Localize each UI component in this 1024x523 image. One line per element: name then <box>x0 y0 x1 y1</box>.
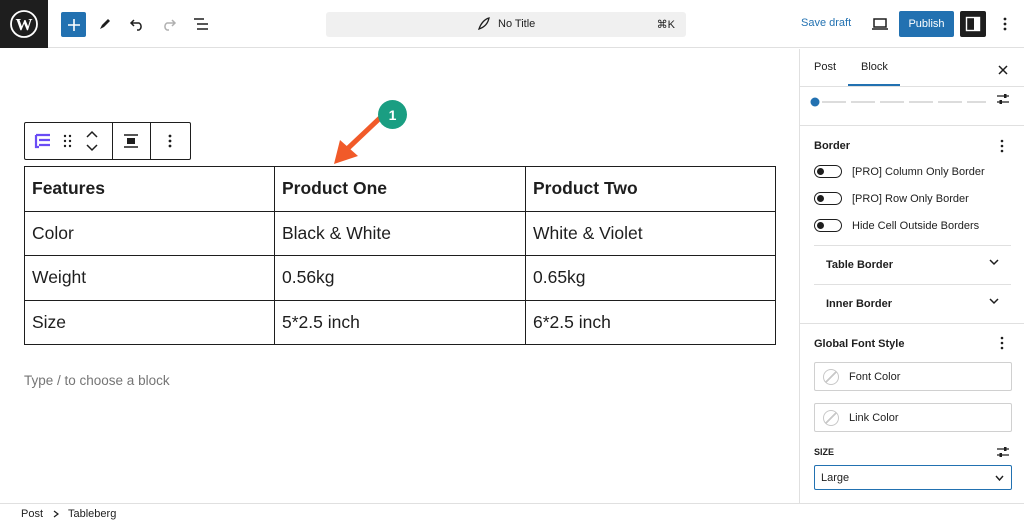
table-row: Color Black & White White & Violet <box>24 210 776 256</box>
size-settings-icon[interactable] <box>996 445 1010 463</box>
document-title: No Title <box>498 18 536 30</box>
link-color-label: Link Color <box>849 412 899 424</box>
tableberg-block-icon[interactable] <box>34 132 52 155</box>
table-cell[interactable]: Features <box>24 166 275 212</box>
column-only-border-toggle[interactable] <box>814 165 842 178</box>
undo-button[interactable] <box>125 12 149 36</box>
list-view-icon <box>194 18 208 30</box>
block-options-icon[interactable] <box>168 134 172 153</box>
plus-icon <box>67 18 80 31</box>
font-section-title: Global Font Style <box>814 338 905 350</box>
table-cell[interactable]: 0.56kg <box>274 255 526 301</box>
align-center-icon[interactable] <box>123 134 139 153</box>
table-cell[interactable]: 6*2.5 inch <box>525 299 776 345</box>
publish-button[interactable]: Publish <box>899 11 954 37</box>
settings-sidebar: Post Block Border [PRO] Column Only Bord… <box>799 49 1024 503</box>
font-section-options-icon[interactable] <box>1000 336 1004 355</box>
font-size-value: Large <box>821 472 850 484</box>
desktop-preview-icon <box>872 18 888 30</box>
save-draft-button[interactable]: Save draft <box>801 17 851 29</box>
wordpress-logo-icon[interactable]: W <box>0 0 48 48</box>
preview-button[interactable] <box>868 12 892 36</box>
row-only-border-toggle[interactable] <box>814 192 842 205</box>
breadcrumb-item-post[interactable]: Post <box>21 508 43 520</box>
table-row: Features Product One Product Two <box>24 166 776 212</box>
border-section-title: Border <box>814 140 851 152</box>
chevron-down-icon <box>989 298 999 305</box>
tools-button[interactable] <box>93 12 117 36</box>
empty-swatch-icon <box>823 410 839 426</box>
redo-button[interactable] <box>157 12 181 36</box>
table-cell[interactable]: Product One <box>274 166 526 212</box>
section-progress-stepper[interactable] <box>810 94 988 112</box>
tab-post[interactable]: Post <box>814 61 836 73</box>
block-breadcrumb: Post Tableberg <box>0 503 1024 523</box>
breadcrumb-item-tableberg[interactable]: Tableberg <box>68 508 116 520</box>
add-block-button[interactable] <box>61 12 86 37</box>
sidebar-panel-icon <box>965 16 981 32</box>
block-toolbar <box>24 122 191 160</box>
editor-top-bar: W No Title ⌘K Save draft Publish <box>0 0 1024 48</box>
drag-handle-icon[interactable] <box>63 134 73 153</box>
move-up-down-icon[interactable] <box>85 129 99 158</box>
controls-settings-icon[interactable] <box>996 92 1010 110</box>
size-label: SIZE <box>814 447 835 457</box>
table-cell[interactable]: 0.65kg <box>525 255 776 301</box>
close-icon[interactable] <box>998 62 1008 80</box>
comparison-table: Features Product One Product Two Color B… <box>24 166 776 345</box>
table-cell[interactable]: 5*2.5 inch <box>274 299 526 345</box>
pencil-icon <box>100 19 110 29</box>
column-only-border-label: [PRO] Column Only Border <box>852 166 985 178</box>
table-cell[interactable]: White & Violet <box>525 210 776 256</box>
font-color-label: Font Color <box>849 371 901 383</box>
table-row: Weight 0.56kg 0.65kg <box>24 255 776 301</box>
table-cell[interactable]: Color <box>24 210 275 256</box>
feather-icon <box>477 17 490 31</box>
svg-text:W: W <box>16 15 33 34</box>
more-vertical-icon <box>1003 17 1007 31</box>
row-only-border-label: [PRO] Row Only Border <box>852 193 969 205</box>
table-cell[interactable]: Weight <box>24 255 275 301</box>
settings-toggle-button[interactable] <box>960 11 986 37</box>
link-color-button[interactable]: Link Color <box>814 403 1012 432</box>
table-cell[interactable]: Black & White <box>274 210 526 256</box>
font-color-button[interactable]: Font Color <box>814 362 1012 391</box>
chevron-down-icon <box>989 259 999 266</box>
table-row: Size 5*2.5 inch 6*2.5 inch <box>24 299 776 345</box>
document-overview-button[interactable] <box>189 12 213 36</box>
document-bar[interactable]: No Title ⌘K <box>326 12 686 37</box>
empty-swatch-icon <box>823 369 839 385</box>
table-cell[interactable]: Product Two <box>525 166 776 212</box>
annotation-badge: 1 <box>378 100 407 129</box>
hide-cell-outside-borders-toggle[interactable] <box>814 219 842 232</box>
inner-border-panel[interactable]: Inner Border <box>814 284 1011 322</box>
redo-icon <box>164 19 177 31</box>
options-menu-button[interactable] <box>993 12 1017 36</box>
table-border-panel[interactable]: Table Border <box>814 245 1011 283</box>
table-border-label: Table Border <box>826 259 894 271</box>
hide-cell-outside-borders-label: Hide Cell Outside Borders <box>852 220 980 232</box>
border-section-options-icon[interactable] <box>1000 139 1004 158</box>
tab-block[interactable]: Block <box>861 61 888 73</box>
inner-border-label: Inner Border <box>826 298 893 310</box>
block-appender-placeholder[interactable]: Type / to choose a block <box>24 373 170 388</box>
table-cell[interactable]: Size <box>24 299 275 345</box>
chevron-down-icon <box>995 475 1004 481</box>
chevron-right-icon <box>53 510 59 518</box>
command-palette-shortcut: ⌘K <box>656 19 675 31</box>
undo-icon <box>129 19 142 31</box>
font-size-select[interactable]: Large <box>814 465 1012 490</box>
